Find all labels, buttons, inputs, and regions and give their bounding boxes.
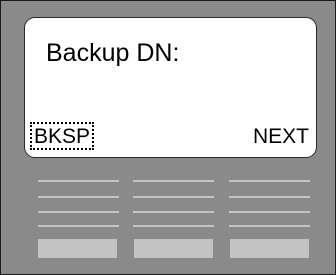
keypad-line [229, 180, 310, 182]
softkey-bksp[interactable]: BKSP [30, 122, 95, 150]
keypad-line [38, 211, 119, 213]
phone-display-panel: Backup DN: BKSP NEXT [0, 0, 336, 275]
keypad-line [229, 211, 310, 213]
keypad-line [133, 211, 214, 213]
keypad-line [38, 196, 119, 198]
hardware-key-center[interactable] [134, 239, 213, 258]
hardware-key-right[interactable] [230, 239, 309, 258]
keypad-line [133, 225, 214, 227]
keypad-line [38, 180, 119, 182]
lcd-screen: Backup DN: BKSP NEXT [24, 17, 317, 158]
keypad-line [229, 196, 310, 198]
keypad-line [38, 225, 119, 227]
keypad-line [229, 225, 310, 227]
hardware-key-left[interactable] [38, 239, 117, 258]
backup-dn-prompt: Backup DN: [46, 39, 180, 67]
keypad-line [133, 180, 214, 182]
keypad-line [133, 196, 214, 198]
softkey-next[interactable]: NEXT [253, 126, 309, 147]
